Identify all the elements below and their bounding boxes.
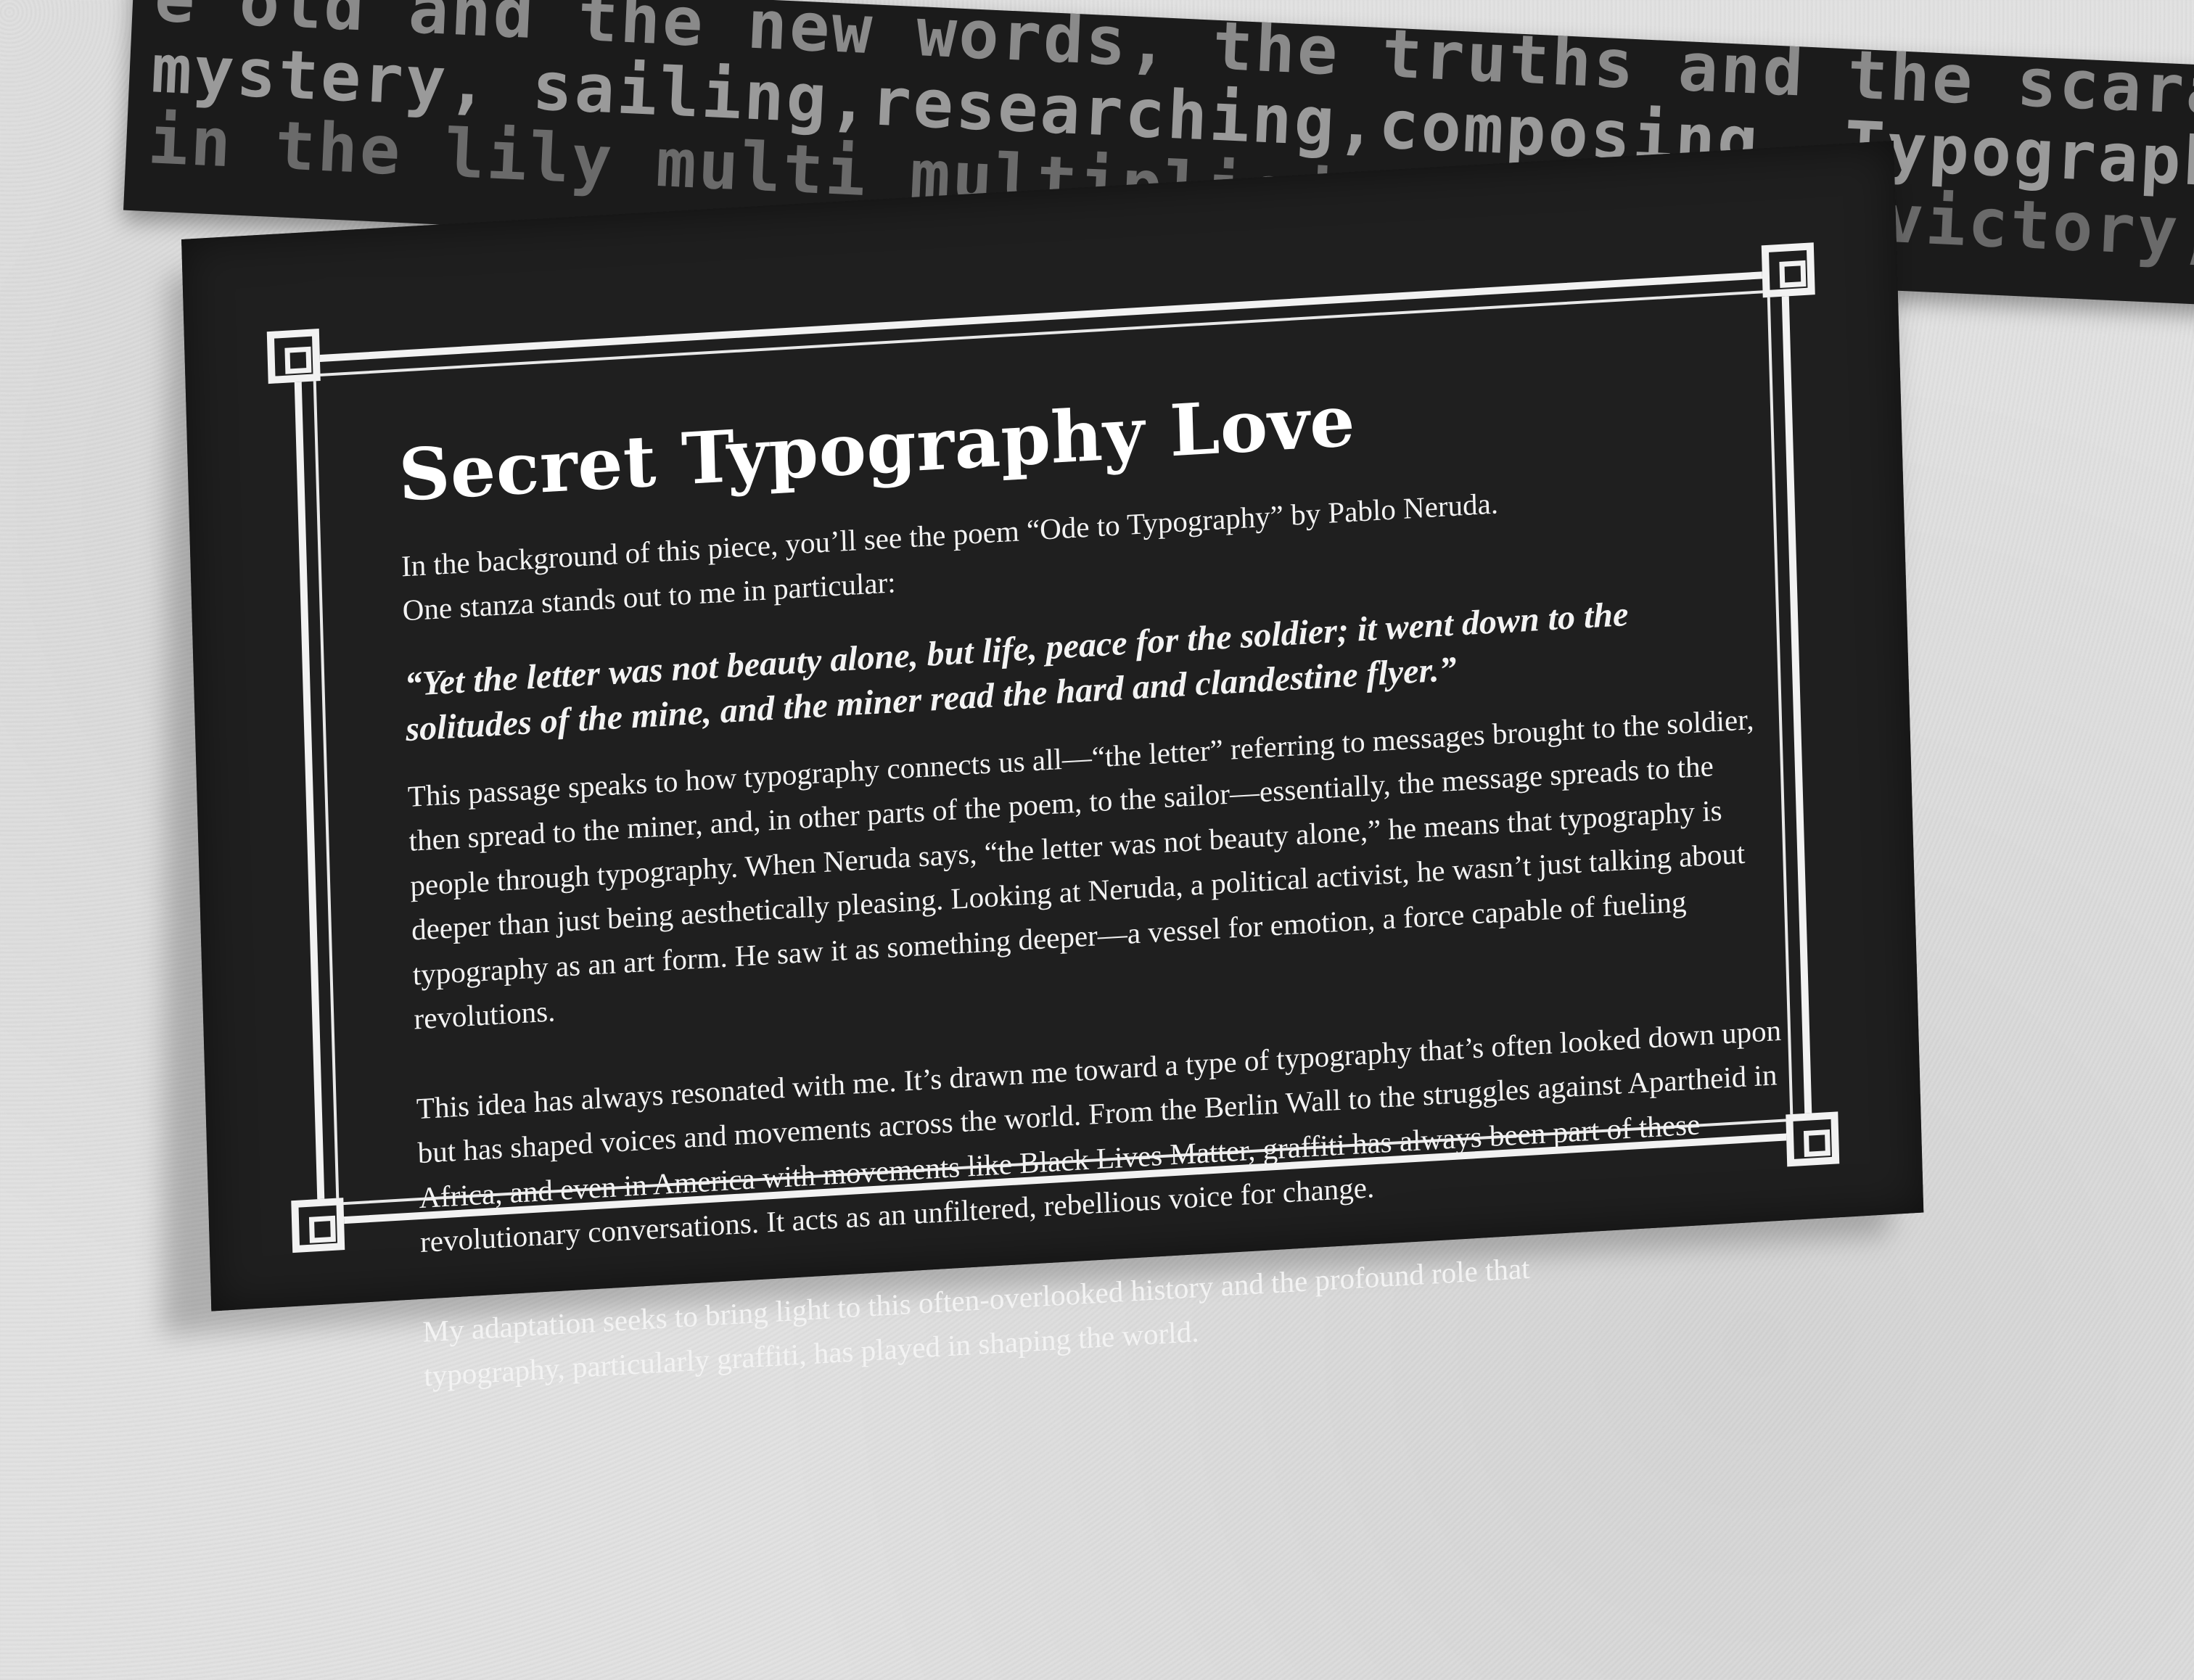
frame-corner-ornament: [291, 1198, 345, 1253]
body-paragraph: My adaptation seeks to bring light to th…: [422, 1251, 1531, 1393]
body-paragraph: This idea has always resonated with me. …: [416, 1013, 1782, 1259]
frame-corner-ornament: [1761, 242, 1815, 298]
exhibit-placard: Secret Typography Love In the background…: [181, 140, 1924, 1393]
body-paragraph: This passage speaks to how typography co…: [407, 701, 1754, 1036]
frame-corner-ornament: [266, 329, 321, 384]
placard-content: Secret Typography Love In the background…: [398, 358, 1803, 1399]
